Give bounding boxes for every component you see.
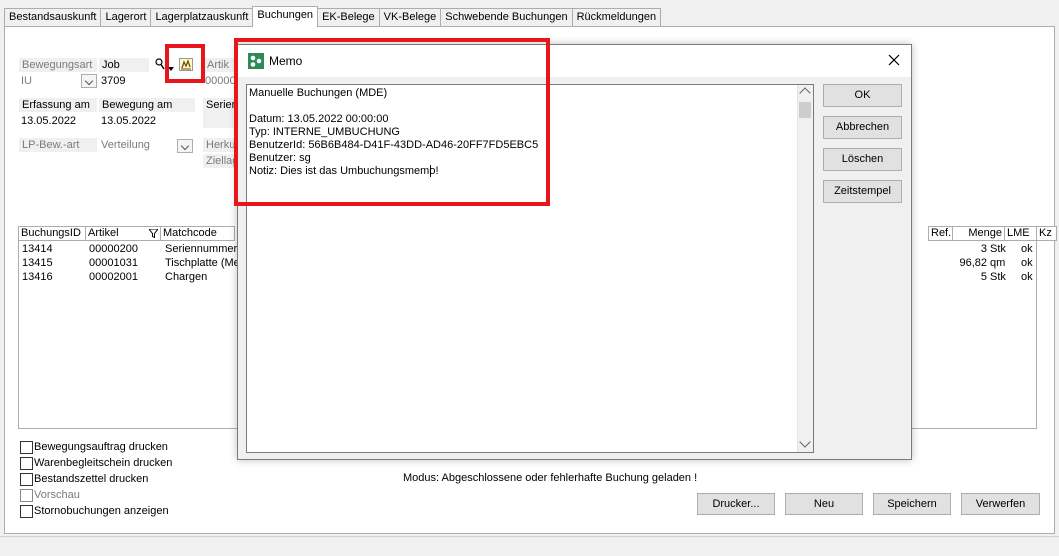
cell-lme: Stk [990,243,1006,255]
checkbox-vorschau[interactable]: Vorschau [20,488,80,502]
cell-lme: Stk [990,271,1006,283]
tab-rueckmeldungen[interactable]: Rückmeldungen [571,8,662,27]
column-header-artikel[interactable]: Artikel [86,226,161,241]
cell-menge: 96,82 [959,257,987,269]
tab-bestandsauskunft[interactable]: Bestandsauskunft [4,8,102,27]
checkbox-stornobuchungen-anzeigen[interactable]: Stornobuchungen anzeigen [20,504,169,518]
checkbox-box[interactable] [20,472,33,486]
cell-matchcode: Tischplatte (Me [165,257,237,269]
search-icon[interactable] [155,58,165,70]
filter-icon[interactable] [147,228,160,239]
highlight-box-memo-button [165,44,205,83]
zeitstempel-button[interactable]: Zeitstempel [823,180,902,203]
artikel-label: Artik [204,58,238,72]
cell-buchungsid: 13415 [22,257,53,269]
abbrechen-button[interactable]: Abbrechen [823,116,902,139]
checkbox-box[interactable] [20,456,33,470]
checkbox-label: Bestandszettel drucken [34,473,149,485]
lp-bew-art-field[interactable]: Verteilung [99,138,175,152]
cell-matchcode: Chargen [165,271,208,283]
highlight-box-memo-header [234,38,550,206]
column-header-menge[interactable]: Menge [953,226,1005,241]
cell-buchungsid: 13416 [22,271,53,283]
lp-bew-art-dropdown-button[interactable] [177,139,193,153]
checkbox-bewegungsauftrag-drucken[interactable]: Bewegungsauftrag drucken [20,440,168,454]
checkbox-warenbegleitschein-drucken[interactable]: Warenbegleitschein drucken [20,456,172,470]
status-bar [0,536,1059,556]
job-field[interactable]: 3709 [99,74,169,88]
checkbox-box[interactable] [20,440,33,454]
job-label: Job [99,58,149,72]
cell-buchungsid: 13414 [22,243,53,255]
tab-bar: Bestandsauskunft Lagerort Lagerplatzausk… [4,6,662,27]
checkbox-label: Stornobuchungen anzeigen [34,505,169,517]
cell-artikel: 00002001 [89,271,138,283]
speichern-button[interactable]: Speichern [873,493,951,515]
status-text: Modus: Abgeschlossene oder fehlerhafte B… [403,472,698,484]
erfassung-field[interactable]: 13.05.2022 [19,114,97,128]
cell-matchcode: Seriennummer [165,243,237,255]
tab-lagerort[interactable]: Lagerort [100,8,152,27]
lp-bew-art-label: LP-Bew.-art [19,138,97,152]
scroll-up-icon[interactable] [799,87,811,99]
bewegung-label: Bewegung am [99,98,195,112]
column-header-lme[interactable]: LME [1005,226,1037,241]
checkbox-bestandszettel-drucken[interactable]: Bestandszettel drucken [20,472,148,486]
tab-ek-belege[interactable]: EK-Belege [317,8,380,27]
column-header-artikel-label: Artikel [88,227,119,239]
herkunft-label: Herku [203,138,237,152]
erfassung-label: Erfassung am [19,98,97,112]
tab-vk-belege[interactable]: VK-Belege [378,8,442,27]
verwerfen-button[interactable]: Verwerfen [961,493,1040,515]
checkbox-label: Warenbegleitschein drucken [34,457,173,469]
scroll-down-icon[interactable] [799,436,811,448]
cell-menge: 5 [980,271,987,283]
tab-buchungen[interactable]: Buchungen [252,6,319,27]
artikel-field[interactable]: 00000 [203,74,237,88]
bewegungsart-label: Bewegungsart [19,58,97,72]
cell-artikel: 00001031 [89,257,138,269]
cell-kz: ok [1021,257,1033,269]
tab-schwebende-buchungen[interactable]: Schwebende Buchungen [440,8,573,27]
loeschen-button[interactable]: Löschen [823,148,902,171]
cell-kz: ok [1021,271,1033,283]
bewegungsart-dropdown-button[interactable] [81,74,97,88]
ziellager-label: Ziellag [203,154,238,168]
drucker-button[interactable]: Drucker... [697,493,775,515]
bewegung-field[interactable]: 13.05.2022 [99,114,195,128]
cell-menge: 3 [980,243,987,255]
column-header-kz[interactable]: Kz [1037,226,1057,241]
cell-lme: qm [990,257,1006,269]
checkbox-box[interactable] [20,504,33,518]
ok-button[interactable]: OK [823,84,902,107]
column-header-ref[interactable]: Ref. [928,226,953,241]
column-header-buchungsid[interactable]: BuchungsID [18,226,86,241]
tab-lagerplatzauskunft[interactable]: Lagerplatzauskunft [150,8,254,27]
serien-label: Serien [203,98,238,128]
neu-button[interactable]: Neu [785,493,863,515]
column-header-matchcode[interactable]: Matchcode [161,226,235,241]
bewegungsart-field[interactable]: IU [19,74,79,88]
memo-scrollbar[interactable] [797,85,813,452]
checkbox-label: Bewegungsauftrag drucken [34,441,168,453]
checkbox-box[interactable] [20,488,33,502]
cell-artikel: 00000200 [89,243,138,255]
close-icon[interactable] [885,51,903,69]
cell-kz: ok [1021,243,1033,255]
checkbox-label: Vorschau [34,489,80,501]
scroll-thumb[interactable] [799,102,811,118]
